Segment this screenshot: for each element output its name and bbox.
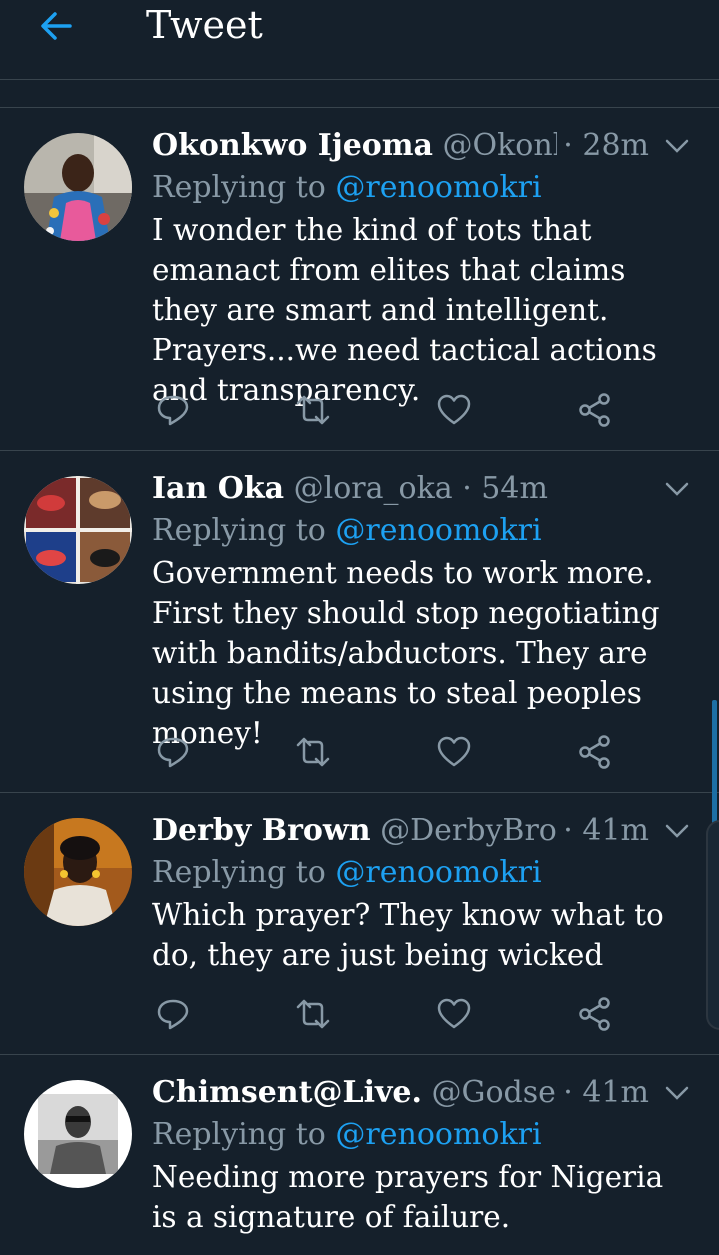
replying-to: Replying to @renoomokri [152, 855, 542, 890]
back-button[interactable] [34, 6, 78, 46]
tweet-text: Which prayer? They know what to do, they… [152, 898, 664, 972]
tweet-actions [155, 734, 615, 770]
app-header: Tweet [0, 0, 719, 80]
page-title: Tweet [146, 3, 263, 47]
like-icon [437, 998, 471, 1029]
retweet-button[interactable] [295, 392, 331, 428]
chevron-down-icon[interactable] [663, 475, 691, 503]
tweet-actions [155, 996, 615, 1032]
tweet-item[interactable]: Okonkwo Ijeoma @Okonk... · 28m Replying … [0, 108, 719, 451]
replying-to: Replying to @renoomokri [152, 513, 542, 548]
tweet-item[interactable]: Ian Oka @lora_oka · 54m Replying to @ren… [0, 451, 719, 793]
reply-button[interactable] [155, 392, 191, 428]
share-icon [579, 997, 610, 1031]
reply-icon [157, 395, 189, 426]
like-button[interactable] [436, 392, 472, 428]
author-name[interactable]: Okonkwo Ijeoma [152, 128, 433, 163]
tweet-header: Okonkwo Ijeoma @Okonk... · 28m [152, 126, 691, 166]
retweet-icon [296, 395, 330, 425]
tweet-text: I wonder the kind of tots that emanact f… [152, 213, 657, 407]
reply-button[interactable] [155, 996, 191, 1032]
tweet-text: Government needs to work more. First the… [152, 556, 660, 750]
tweet-actions [155, 392, 615, 428]
tweet-header: Ian Oka @lora_oka · 54m [152, 469, 691, 509]
tweet-item[interactable]: Chimsent@Live. @GodsentC... · 41m Replyi… [0, 1055, 719, 1255]
tweet-time: · 54m [462, 471, 548, 506]
avatar[interactable] [24, 133, 132, 241]
reply-icon [157, 999, 189, 1030]
like-icon [437, 394, 471, 425]
mention-link[interactable]: @renoomokri [335, 170, 541, 205]
chevron-down-icon[interactable] [663, 1079, 691, 1107]
previous-tweet-strip [0, 81, 719, 108]
reply-button[interactable] [155, 734, 191, 770]
chevron-down-icon[interactable] [663, 132, 691, 160]
tweet-item[interactable]: Derby Brown @DerbyBrow... · 41m Replying… [0, 793, 719, 1055]
share-button[interactable] [577, 734, 613, 770]
tweet-time: · 41m [557, 811, 649, 851]
retweet-button[interactable] [295, 996, 331, 1032]
author-name[interactable]: Derby Brown [152, 813, 371, 848]
chevron-down-icon[interactable] [663, 817, 691, 845]
mention-link[interactable]: @renoomokri [335, 513, 541, 548]
share-button[interactable] [577, 996, 613, 1032]
arrow-left-icon [41, 12, 72, 40]
author-name[interactable]: Ian Oka [152, 471, 284, 506]
like-icon [437, 736, 471, 767]
author-handle[interactable]: @lora_oka [294, 471, 453, 506]
share-icon [579, 735, 610, 769]
tweet-text: Needing more prayers for Nigeria is a si… [152, 1160, 664, 1234]
retweet-button[interactable] [295, 734, 331, 770]
tweet-time: · 28m [557, 126, 649, 166]
author-name[interactable]: Chimsent@Live. [152, 1075, 422, 1110]
share-button[interactable] [577, 392, 613, 428]
like-button[interactable] [436, 734, 472, 770]
retweet-icon [296, 999, 330, 1029]
mention-link[interactable]: @renoomokri [335, 855, 541, 890]
retweet-icon [296, 737, 330, 767]
floating-button-edge[interactable] [706, 820, 719, 1030]
avatar[interactable] [24, 818, 132, 926]
avatar[interactable] [24, 476, 132, 584]
scrollbar-thumb[interactable] [712, 700, 717, 830]
share-icon [579, 393, 610, 427]
tweet-time: · 41m [557, 1073, 649, 1113]
tweet-header: Derby Brown @DerbyBrow... · 41m [152, 811, 691, 851]
replying-to: Replying to @renoomokri [152, 1117, 542, 1152]
like-button[interactable] [436, 996, 472, 1032]
tweet-header: Chimsent@Live. @GodsentC... · 41m [152, 1073, 691, 1113]
avatar[interactable] [24, 1080, 132, 1188]
mention-link[interactable]: @renoomokri [335, 1117, 541, 1152]
replying-to: Replying to @renoomokri [152, 170, 542, 205]
reply-icon [157, 737, 189, 768]
